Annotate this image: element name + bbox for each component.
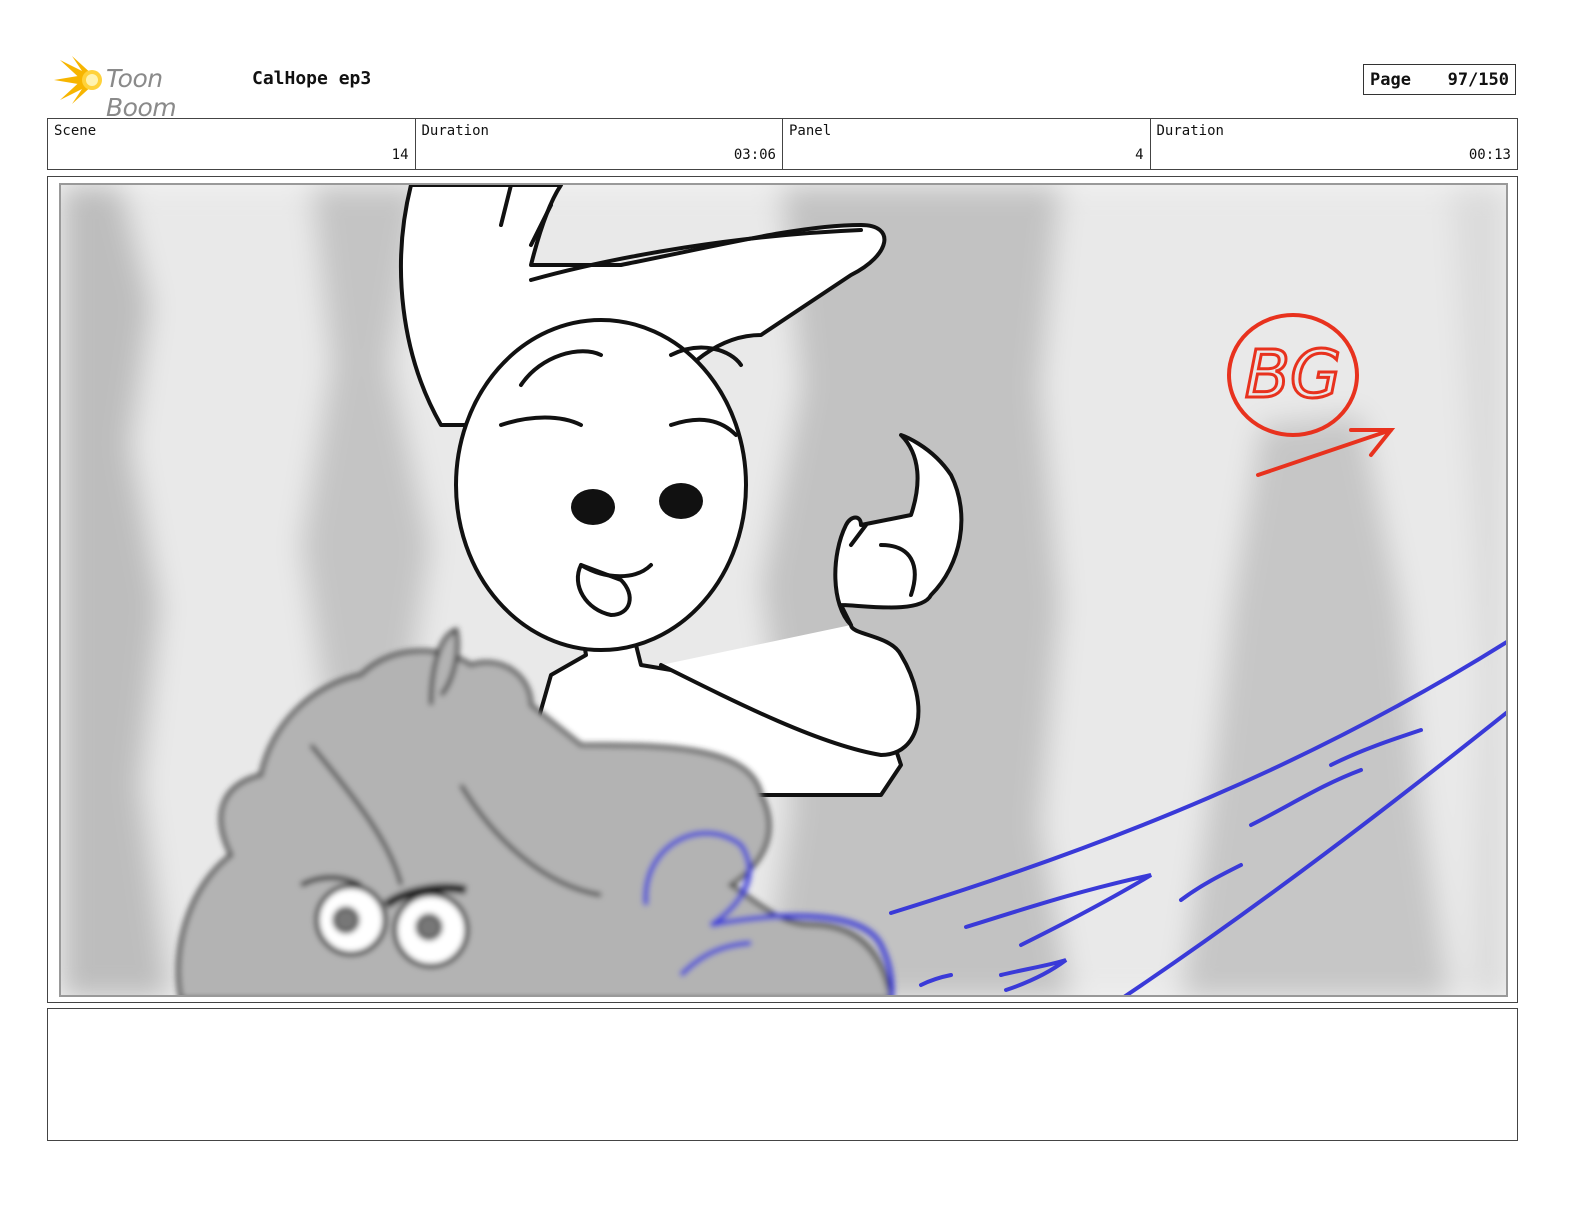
panel-duration-value: 00:13 bbox=[1468, 147, 1511, 163]
project-title: CalHope ep3 bbox=[252, 68, 372, 89]
page-label: Page bbox=[1370, 69, 1411, 90]
scene-cell: Scene 14 bbox=[48, 119, 416, 169]
panel-notes-box[interactable] bbox=[47, 1008, 1518, 1141]
panel-duration-label: Duration bbox=[1156, 123, 1224, 139]
panel-cell: Panel 4 bbox=[783, 119, 1151, 169]
page-number: 97/150 bbox=[1447, 69, 1509, 90]
storyboard-header: Toon Boom CalHope ep3 Page 97/150 bbox=[48, 52, 1518, 122]
scene-duration-cell: Duration 03:06 bbox=[416, 119, 783, 169]
panel-duration-cell: Duration 00:13 bbox=[1151, 119, 1518, 169]
bg-annotation-text: BG bbox=[1245, 336, 1341, 413]
page-indicator: Page 97/150 bbox=[1363, 64, 1516, 95]
panel-info-table: Scene 14 Duration 03:06 Panel 4 Duration… bbox=[47, 118, 1518, 170]
panel-value: 4 bbox=[1135, 147, 1144, 163]
panel-sketch: BG bbox=[61, 185, 1506, 995]
storyboard-panel-drawing: BG bbox=[59, 183, 1508, 997]
toon-boom-logo: Toon Boom bbox=[50, 54, 240, 122]
scene-duration-label: Duration bbox=[421, 123, 489, 139]
logo-text: Toon Boom bbox=[106, 64, 177, 122]
starburst-logo-icon bbox=[54, 56, 102, 104]
scene-duration-value: 03:06 bbox=[733, 147, 776, 163]
scene-value: 14 bbox=[391, 147, 409, 163]
scene-label: Scene bbox=[54, 123, 97, 139]
panel-frame: BG bbox=[47, 176, 1518, 1003]
panel-label: Panel bbox=[789, 123, 832, 139]
